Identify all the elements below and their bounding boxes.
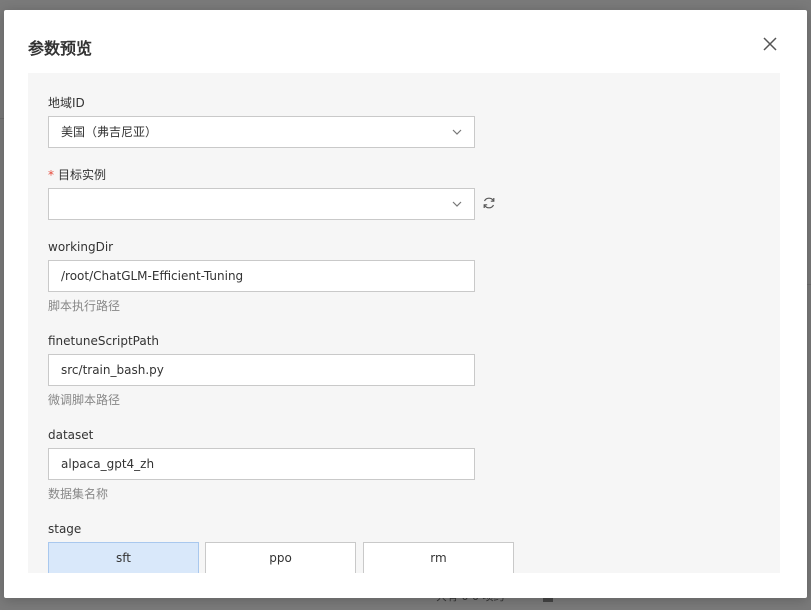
dataset-field: dataset alpaca_gpt4_zh 数据集名称 — [48, 427, 508, 507]
working-dir-label: workingDir — [48, 240, 114, 254]
finetune-script-path-input[interactable]: src/train_bash.py — [48, 354, 475, 386]
finetune-script-path-label: finetuneScriptPath — [48, 334, 160, 348]
stage-option-sft[interactable]: sft — [48, 542, 199, 573]
dataset-label: dataset — [48, 428, 94, 442]
refresh-icon[interactable] — [482, 196, 496, 210]
required-asterisk: * — [48, 168, 54, 182]
dataset-hint: 数据集名称 — [48, 487, 109, 501]
target-instance-field: * 目标实例 — [48, 167, 518, 227]
working-dir-input[interactable]: /root/ChatGLM-Efficient-Tuning — [48, 260, 475, 292]
working-dir-hint: 脚本执行路径 — [48, 299, 121, 313]
target-instance-label: * 目标实例 — [48, 167, 518, 183]
chevron-down-icon — [452, 129, 462, 135]
close-icon[interactable] — [762, 36, 778, 52]
region-field: 地域ID 美国（弗吉尼亚） — [48, 95, 508, 155]
dialog-header: 参数预览 — [4, 10, 807, 74]
background-divider — [807, 284, 811, 285]
stage-field: stage sft ppo rm — [48, 521, 518, 573]
finetune-script-path-field: finetuneScriptPath src/train_bash.py 微调脚… — [48, 333, 508, 413]
region-select[interactable]: 美国（弗吉尼亚） — [48, 116, 475, 148]
target-instance-label-text: 目标实例 — [58, 168, 107, 182]
finetune-script-path-hint: 微调脚本路径 — [48, 393, 121, 407]
region-label: 地域ID — [48, 96, 85, 110]
stage-option-rm[interactable]: rm — [363, 542, 514, 573]
dialog-body: 地域ID 美国（弗吉尼亚） * 目标实例 workingDir /root/Ch… — [28, 73, 780, 573]
working-dir-field: workingDir /root/ChatGLM-Efficient-Tunin… — [48, 239, 508, 319]
dialog-title: 参数预览 — [28, 39, 93, 58]
parameter-preview-dialog: 参数预览 地域ID 美国（弗吉尼亚） * 目标实例 workingDir /ro… — [4, 10, 807, 598]
stage-option-ppo[interactable]: ppo — [205, 542, 356, 573]
region-select-value: 美国（弗吉尼亚） — [61, 125, 158, 139]
stage-label: stage — [48, 522, 82, 536]
stage-radio-group: sft ppo rm — [48, 542, 518, 573]
dataset-input[interactable]: alpaca_gpt4_zh — [48, 448, 475, 480]
